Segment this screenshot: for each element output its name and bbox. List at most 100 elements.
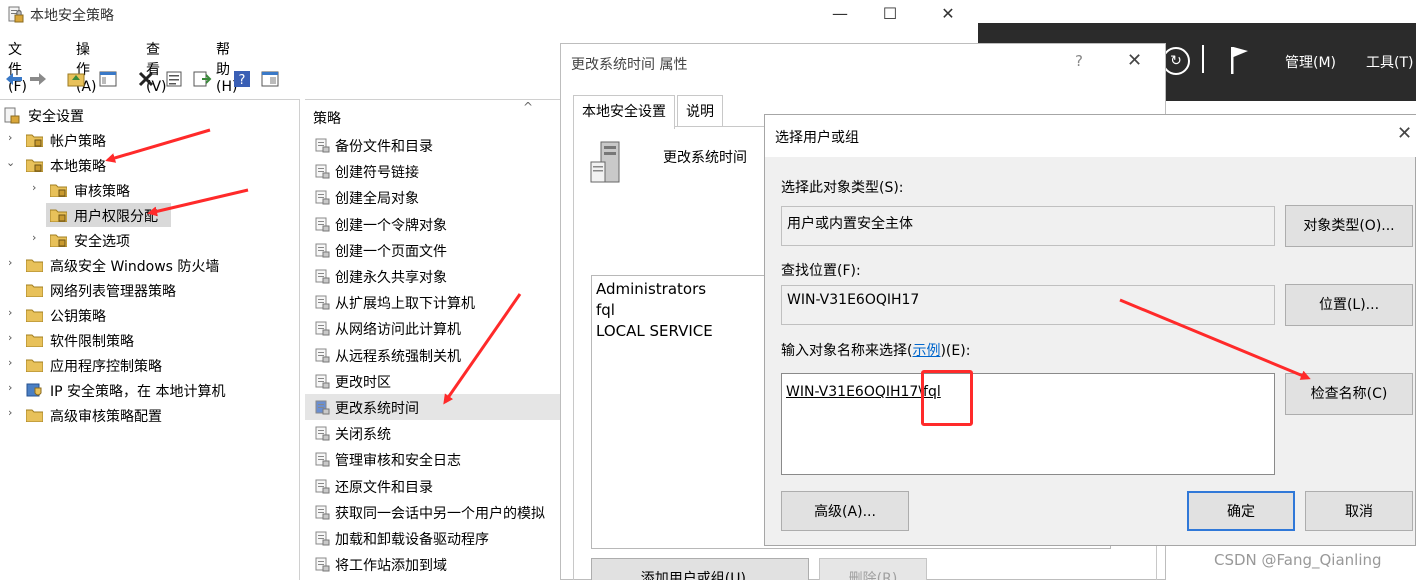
tree-item-audit-policy[interactable]: › 审核策略 [0,178,150,202]
policy-row[interactable]: 备份文件和目录 [305,132,560,158]
tree-item-public-key-policies[interactable]: › 公钥策略 [0,303,295,327]
properties-icon[interactable] [164,69,184,89]
view-icon[interactable] [260,69,280,89]
object-type-field: 用户或内置安全主体 [781,206,1275,246]
close-button[interactable]: ✕ [924,0,972,30]
policy-icon [315,374,330,389]
tree-item-account-policies[interactable]: › 帐户策略 [0,128,130,152]
policy-label: 备份文件和目录 [335,139,433,155]
expand-chevron-icon[interactable]: › [8,381,20,394]
expand-chevron-icon[interactable]: › [32,181,44,194]
expand-chevron-icon[interactable]: › [8,256,20,269]
tree-item-software-restriction[interactable]: › 软件限制策略 [0,328,295,352]
policy-row[interactable]: 将工作站添加到域 [305,551,560,577]
tree-item-app-control[interactable]: › 应用程序控制策略 [0,353,295,377]
tree-item-label: 高级安全 Windows 防火墙 [50,259,220,275]
title-bar: 本地安全策略 — ☐ ✕ [0,0,978,30]
up-folder-icon[interactable] [66,69,86,89]
ok-button[interactable]: 确定 [1187,491,1295,531]
policy-row[interactable]: 创建符号链接 [305,158,560,184]
object-types-button[interactable]: 对象类型(O)... [1285,205,1413,247]
tree-item-label: 安全选项 [74,234,130,250]
policy-icon [315,269,330,284]
tree-item-firewall[interactable]: › 高级安全 Windows 防火墙 [0,253,295,277]
member-item[interactable]: LOCAL SERVICE [596,322,713,340]
tab-explain[interactable]: 说明 [677,95,723,127]
add-user-or-group-button[interactable]: 添加用户或组(U)... [591,558,809,580]
policy-row[interactable]: 创建永久共享对象 [305,263,560,289]
tree-item-user-rights-assignment[interactable]: 用户权限分配 [46,203,171,227]
tree-item-network-list-manager[interactable]: 网络列表管理器策略 [0,278,295,302]
policy-row[interactable]: 还原文件和目录 [305,473,560,499]
policy-row[interactable]: 更改时区 [305,368,560,394]
policy-row[interactable]: 更改系统时间 [305,394,560,420]
object-names-input[interactable]: WIN-V31E6OQIH17\fql [781,373,1275,475]
policy-icon [315,348,330,363]
expand-chevron-icon[interactable]: › [8,406,20,419]
policy-label: 更改时区 [335,374,391,391]
remove-button[interactable]: 删除(R) [819,558,927,580]
expand-chevron-icon[interactable]: › [8,331,20,344]
cancel-button[interactable]: 取消 [1305,491,1413,531]
tab-local-security-setting[interactable]: 本地安全设置 [573,95,675,129]
forward-arrow-icon[interactable] [28,69,48,89]
help-button[interactable]: ? [1075,52,1083,70]
advanced-button[interactable]: 高级(A)... [781,491,909,531]
member-item[interactable]: fql [596,301,615,319]
refresh-icon[interactable]: ↻ [1162,47,1190,75]
examples-link[interactable]: 示例 [912,343,940,359]
tree-item-ip-security[interactable]: › IP 安全策略，在 本地计算机 [0,378,295,402]
folder-icon [26,284,43,297]
policy-icon [315,452,330,467]
tree-item-local-policies[interactable]: ⌄ 本地策略 [0,153,130,177]
expand-chevron-icon[interactable]: › [32,231,44,244]
policy-row[interactable]: 创建一个页面文件 [305,237,560,263]
policy-row[interactable]: 从扩展坞上取下计算机 [305,289,560,315]
check-names-button[interactable]: 检查名称(C) [1285,373,1413,415]
policy-icon [315,400,330,415]
policy-row[interactable]: 从远程系统强制关机 [305,342,560,368]
dialog-title: 选择用户或组 [775,130,859,146]
policy-row[interactable]: 管理审核和安全日志 [305,446,560,472]
screen: 本地安全策略 — ☐ ✕ 文件(F) 操作(A) 查看(V) 帮助(H) ? 安… [0,0,1416,580]
back-arrow-icon[interactable] [4,69,24,89]
expand-chevron-icon[interactable]: › [8,306,20,319]
tree-item-label: 安全设置 [28,109,84,125]
policy-label: 创建符号链接 [335,165,419,182]
policy-row[interactable]: 加载和卸载设备驱动程序 [305,525,560,551]
show-hide-tree-icon[interactable] [98,69,118,89]
close-button[interactable]: ✕ [1127,50,1142,71]
member-item[interactable]: Administrators [596,280,706,298]
policy-row[interactable]: 创建一个令牌对象 [305,211,560,237]
close-button[interactable]: ✕ [1397,123,1412,144]
tree-item-label: 网络列表管理器策略 [50,284,176,300]
policy-row[interactable]: 创建全局对象 [305,184,560,210]
policy-icon [315,321,330,336]
help-icon[interactable]: ? [232,69,252,89]
location-field: WIN-V31E6OQIH17 [781,285,1275,325]
collapse-chevron-icon[interactable]: ⌄ [6,156,18,169]
expand-chevron-icon[interactable]: › [8,356,20,369]
export-list-icon[interactable] [192,69,212,89]
policy-column-header[interactable]: 策略 [313,108,341,128]
policy-row[interactable]: 从网络访问此计算机 [305,315,560,341]
policy-row[interactable]: 关闭系统 [305,420,560,446]
menu-manage[interactable]: 管理(M) [1285,52,1336,72]
delete-icon[interactable] [136,69,156,89]
tree-item-security-settings[interactable]: 安全设置 [0,103,120,127]
maximize-button[interactable]: ☐ [866,0,914,30]
folder-icon [26,409,43,422]
policy-icon [315,295,330,310]
notification-flag-icon[interactable] [1228,45,1252,75]
expand-chevron-icon[interactable]: › [8,131,20,144]
window-title: 本地安全策略 [30,8,114,24]
policy-row[interactable]: 获取同一会话中另一个用户的模拟 [305,499,560,525]
locations-button[interactable]: 位置(L)... [1285,284,1413,326]
tree-item-security-options[interactable]: › 安全选项 [0,228,150,252]
ip-security-shield-icon [26,383,42,397]
policy-label: 创建全局对象 [335,191,419,208]
menu-tools[interactable]: 工具(T) [1366,52,1413,72]
object-names-label: 输入对象名称来选择(示例)(E): [781,340,970,360]
minimize-button[interactable]: — [816,0,864,30]
tree-item-advanced-audit[interactable]: › 高级审核策略配置 [0,403,295,427]
